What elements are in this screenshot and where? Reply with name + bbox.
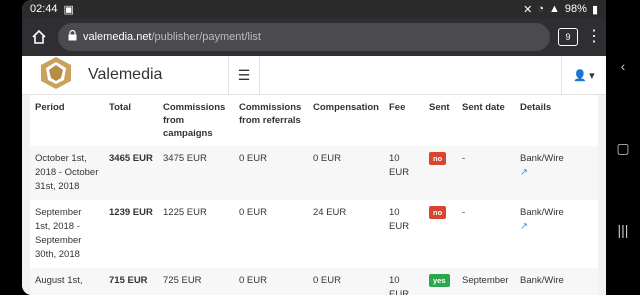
cell-period: September 1st, 2018 - September 30th, 20… [35,207,82,260]
browser-menu-icon[interactable]: ⋮ [586,29,602,45]
hamburger-menu-icon[interactable]: ☰ [229,56,260,94]
cell-sent-date: September [457,268,515,295]
external-link-icon[interactable]: ↗ [520,221,528,232]
cell-fee: 10 EUR [384,146,424,200]
cell-referrals: 0 EUR [234,268,308,295]
cell-campaigns: 725 EUR [158,268,234,295]
cell-compensation: 24 EUR [313,207,347,218]
table-header-row: Period Total Commissions from campaigns … [30,95,598,146]
cell-sent: yes [424,268,457,295]
caret-down-icon: ▾ [589,69,595,82]
col-compensation: Compensation [313,102,379,113]
wifi-icon: ◔ [537,3,545,15]
cell-details: Bank/Wire [515,268,598,295]
user-icon: 👤 [573,69,588,82]
cell-total: 3465 EUR [104,146,158,200]
battery-icon: ▮ [591,3,598,16]
cell-sent: no [424,146,457,200]
cell-period: October 1st, 2018 - October 31st, 2018 [30,146,104,200]
cell-campaigns: 3475 EUR [158,146,234,200]
back-icon[interactable]: ‹ [606,58,640,74]
sent-badge: yes [429,274,450,287]
col-period: Period [35,102,65,113]
android-nav-bar: ‹ ▢ ||| [606,0,640,295]
brand-name: Valemedia [88,66,163,83]
status-bar: 02:44 ▣ ✕ ◔ ▲ 98% ▮ [22,0,606,18]
col-sent-date: Sent date [462,102,505,113]
user-menu-button[interactable]: 👤 ▾ [561,56,606,94]
valemedia-logo-icon [38,56,74,95]
main-content: Period Total Commissions from campaigns … [22,95,606,295]
cell-fee: 10 EUR [389,207,410,232]
table-row: September 1st, 2018 - September 30th, 20… [30,200,598,268]
col-total: Total [109,102,131,113]
cell-total: 715 EUR [104,268,158,295]
recents-icon[interactable]: ||| [606,222,640,238]
cell-compensation: 0 EUR [308,146,384,200]
cell-sent-date: - [457,146,515,200]
url-domain: valemedia.net [83,31,152,43]
tabs-count-button[interactable]: 9 [558,28,578,46]
col-commissions-campaigns: Commissions from campaigns [163,102,226,139]
browser-toolbar: valemedia.net/publisher/payment/list 9 ⋮ [22,18,606,56]
lock-icon [68,29,77,44]
cell-campaigns: 1225 EUR [163,207,207,218]
home-icon[interactable] [28,26,50,48]
table-row: October 1st, 2018 - October 31st, 2018 3… [30,146,598,200]
col-details: Details [520,102,552,113]
cell-details: Bank/Wire ↗ [515,146,598,200]
phone-screen: 02:44 ▣ ✕ ◔ ▲ 98% ▮ valemedia.net/publis… [22,0,606,295]
col-commissions-referrals: Commissions from referrals [239,102,302,126]
sent-badge: no [429,152,447,165]
external-link-icon[interactable]: ↗ [520,167,528,178]
cell-sent: no [424,200,457,268]
cell-compensation: 0 EUR [308,268,384,295]
table-row: August 1st, 715 EUR 725 EUR 0 EUR 0 EUR … [30,268,598,295]
col-sent: Sent [429,102,450,113]
cell-details: Bank/Wire ↗ [515,200,598,268]
cell-referrals: 0 EUR [234,146,308,200]
sent-badge: no [429,206,447,219]
details-label: Bank/Wire [520,153,564,164]
signal-icon: ▲ [549,3,560,15]
mute-icon: ✕ [523,3,533,16]
cell-total: 1239 EUR [109,207,153,218]
url-path: /publisher/payment/list [151,31,261,43]
payments-table: Period Total Commissions from campaigns … [30,95,598,295]
app-header: Valemedia ☰ 👤 ▾ [22,56,606,95]
details-label: Bank/Wire [520,207,564,218]
image-notification-icon: ▣ [63,3,74,16]
url-bar[interactable]: valemedia.net/publisher/payment/list [58,23,550,51]
battery-level: 98% [564,3,587,15]
cell-fee: 10 EUR [384,268,424,295]
brand[interactable]: Valemedia [22,56,229,94]
cell-referrals: 0 EUR [239,207,267,218]
status-time: 02:44 [30,3,58,15]
cell-sent-date: - [462,207,466,218]
home-nav-icon[interactable]: ▢ [606,140,640,157]
cell-period: August 1st, [30,268,104,295]
col-fee: Fee [389,102,406,113]
